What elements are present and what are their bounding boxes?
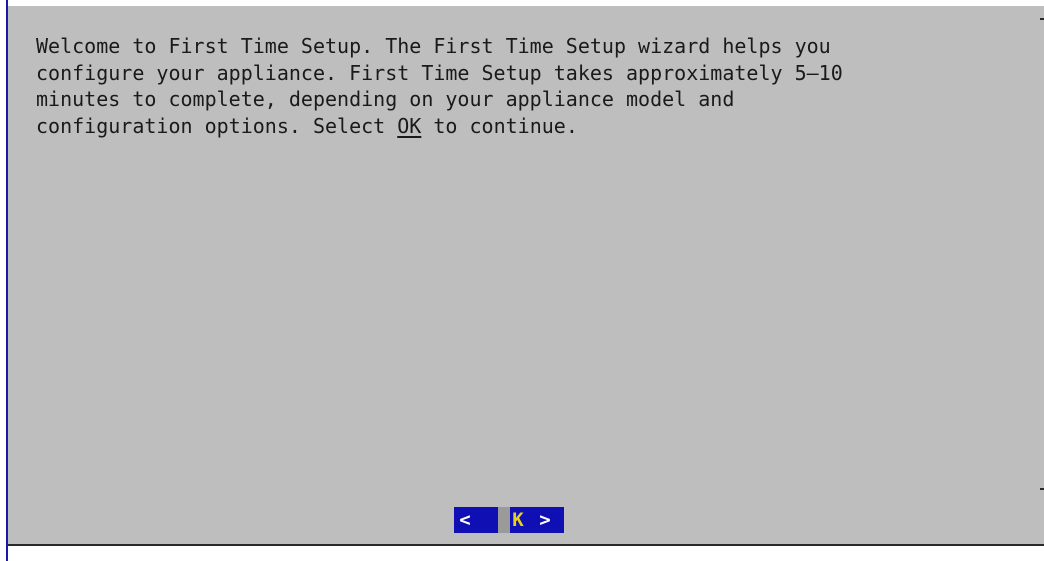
message-line: minutes to complete, depending on your a… <box>36 87 735 111</box>
ok-button[interactable]: < O K > <box>454 507 564 533</box>
button-left-bracket: < <box>454 507 476 533</box>
ok-reference: OK <box>397 113 422 138</box>
welcome-message: Welcome to First Time Setup. The First T… <box>36 33 1036 139</box>
button-bar: < O K > <box>454 507 564 533</box>
message-text: configuration options. Select <box>36 113 398 138</box>
button-right-bracket: > <box>526 507 564 533</box>
button-hotkey-letter: K <box>510 507 526 533</box>
terminal-screen: Welcome to First Time Setup. The First T… <box>0 0 1044 561</box>
dialog-bottom-border <box>8 544 1044 546</box>
message-line: Welcome to First Time Setup. The First T… <box>36 34 831 58</box>
dialog-frame-tick <box>1040 18 1044 20</box>
dialog-frame-tick <box>1040 488 1044 490</box>
message-text: to continue. <box>421 113 578 138</box>
message-line: configuration options. Select OK to cont… <box>36 113 1036 140</box>
message-line: configure your appliance. First Time Set… <box>36 60 843 85</box>
button-padding <box>476 507 498 533</box>
cursor-block: O <box>498 507 510 533</box>
